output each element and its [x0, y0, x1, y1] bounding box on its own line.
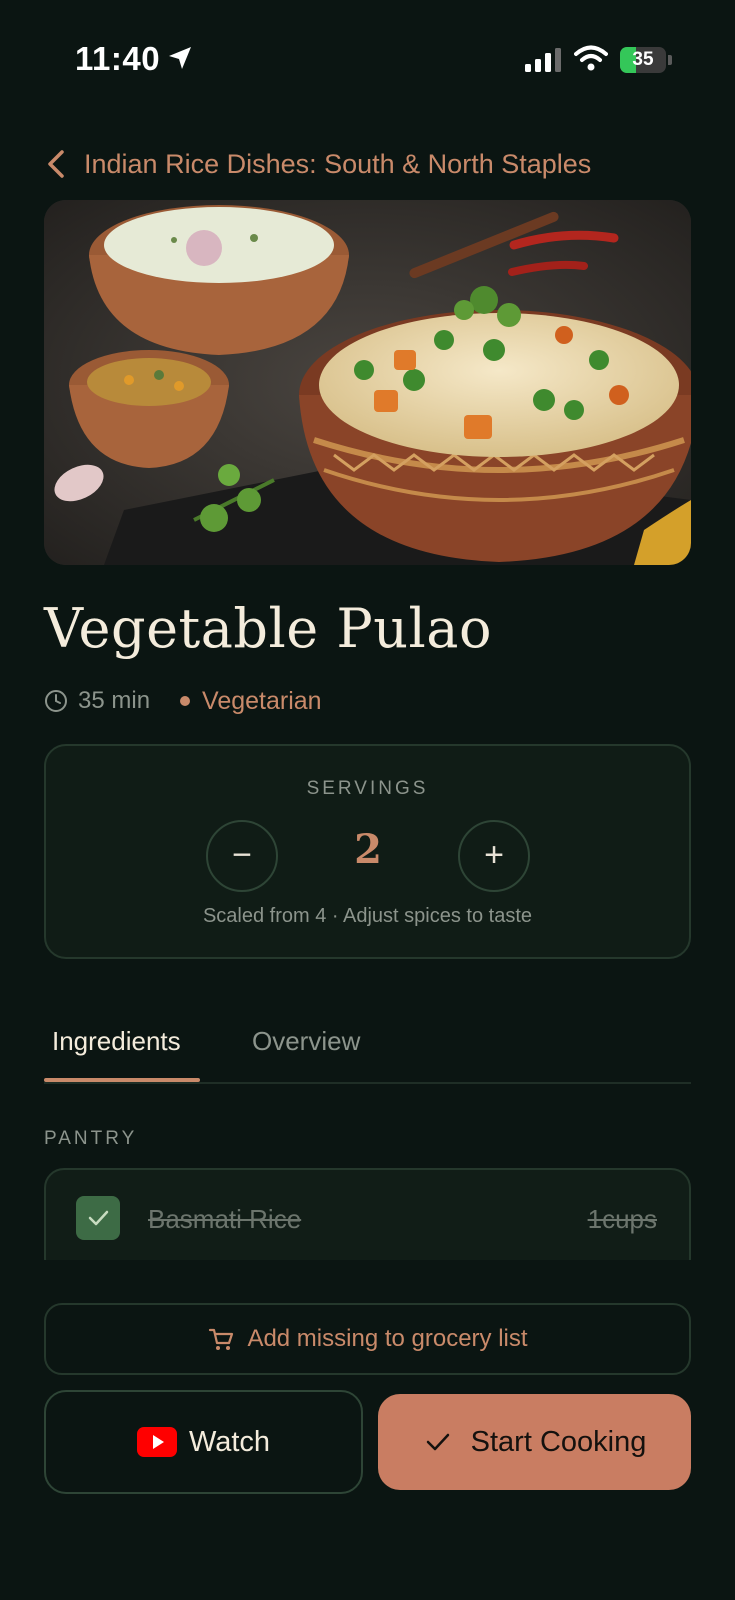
ingredient-row[interactable]: Basmati Rice 1cups [44, 1168, 691, 1260]
recipe-detail-screen: 11:40 35 Indian Rice Dishes: South & Nor… [0, 0, 735, 1600]
location-arrow-icon [169, 47, 191, 69]
active-tab-indicator [44, 1078, 200, 1082]
diet-dot [180, 696, 191, 706]
tab-ingredients[interactable]: Ingredients [52, 1026, 181, 1057]
battery-cap [668, 55, 672, 65]
add-to-grocery-button[interactable]: Add missing to grocery list [44, 1303, 691, 1375]
recipe-tabs: Ingredients Overview [44, 1010, 691, 1084]
servings-note: Scaled from 4 · Adjust spices to taste [202, 905, 533, 927]
cart-icon [209, 1328, 234, 1350]
battery-percent: 35 [632, 49, 654, 70]
battery-icon: 35 [620, 47, 672, 73]
ingredient-name: Basmati Rice [148, 1204, 302, 1234]
start-cooking-label: Start Cooking [470, 1425, 647, 1458]
recipe-title: Vegetable Pulao [44, 597, 492, 660]
cook-time: 35 min [78, 687, 151, 714]
recipe-meta: 35 min Vegetarian [44, 684, 322, 718]
pulao-illustration [44, 200, 691, 565]
status-bar: 11:40 35 [0, 0, 735, 120]
back-button[interactable]: Indian Rice Dishes: South & North Staple… [44, 142, 591, 186]
battery-body: 35 [620, 47, 666, 73]
watch-label: Watch [188, 1425, 271, 1458]
servings-value: 2 [354, 826, 382, 873]
youtube-icon [136, 1427, 177, 1457]
decrease-servings-button[interactable]: − [206, 820, 278, 892]
servings-card: SERVINGS − 2 + Scaled from 4 · Adjust sp… [44, 744, 691, 959]
diet-tag: Vegetarian [202, 686, 322, 715]
collection-title: Indian Rice Dishes: South & North Staple… [84, 148, 592, 179]
grocery-label: Add missing to grocery list [247, 1325, 528, 1352]
signal-icon [525, 48, 561, 72]
start-cooking-button[interactable]: Start Cooking [378, 1394, 691, 1490]
ingredient-checkbox[interactable] [76, 1196, 120, 1240]
increase-servings-button[interactable]: + [458, 820, 530, 892]
checkmark-icon [88, 1210, 109, 1226]
recipe-hero-image [44, 200, 691, 565]
tab-overview[interactable]: Overview [252, 1026, 360, 1057]
status-time: 11:40 [75, 40, 161, 77]
section-label: PANTRY [44, 1128, 138, 1149]
wifi-icon [574, 45, 608, 71]
servings-label: SERVINGS [306, 778, 429, 799]
clock-icon [45, 690, 67, 712]
ingredient-list: Basmati Rice 1cups [44, 1168, 691, 1260]
watch-button[interactable]: Watch [44, 1390, 363, 1494]
chevron-left-icon [48, 150, 64, 178]
checkmark-icon [426, 1433, 449, 1451]
ingredient-quantity: 1cups [587, 1204, 657, 1234]
